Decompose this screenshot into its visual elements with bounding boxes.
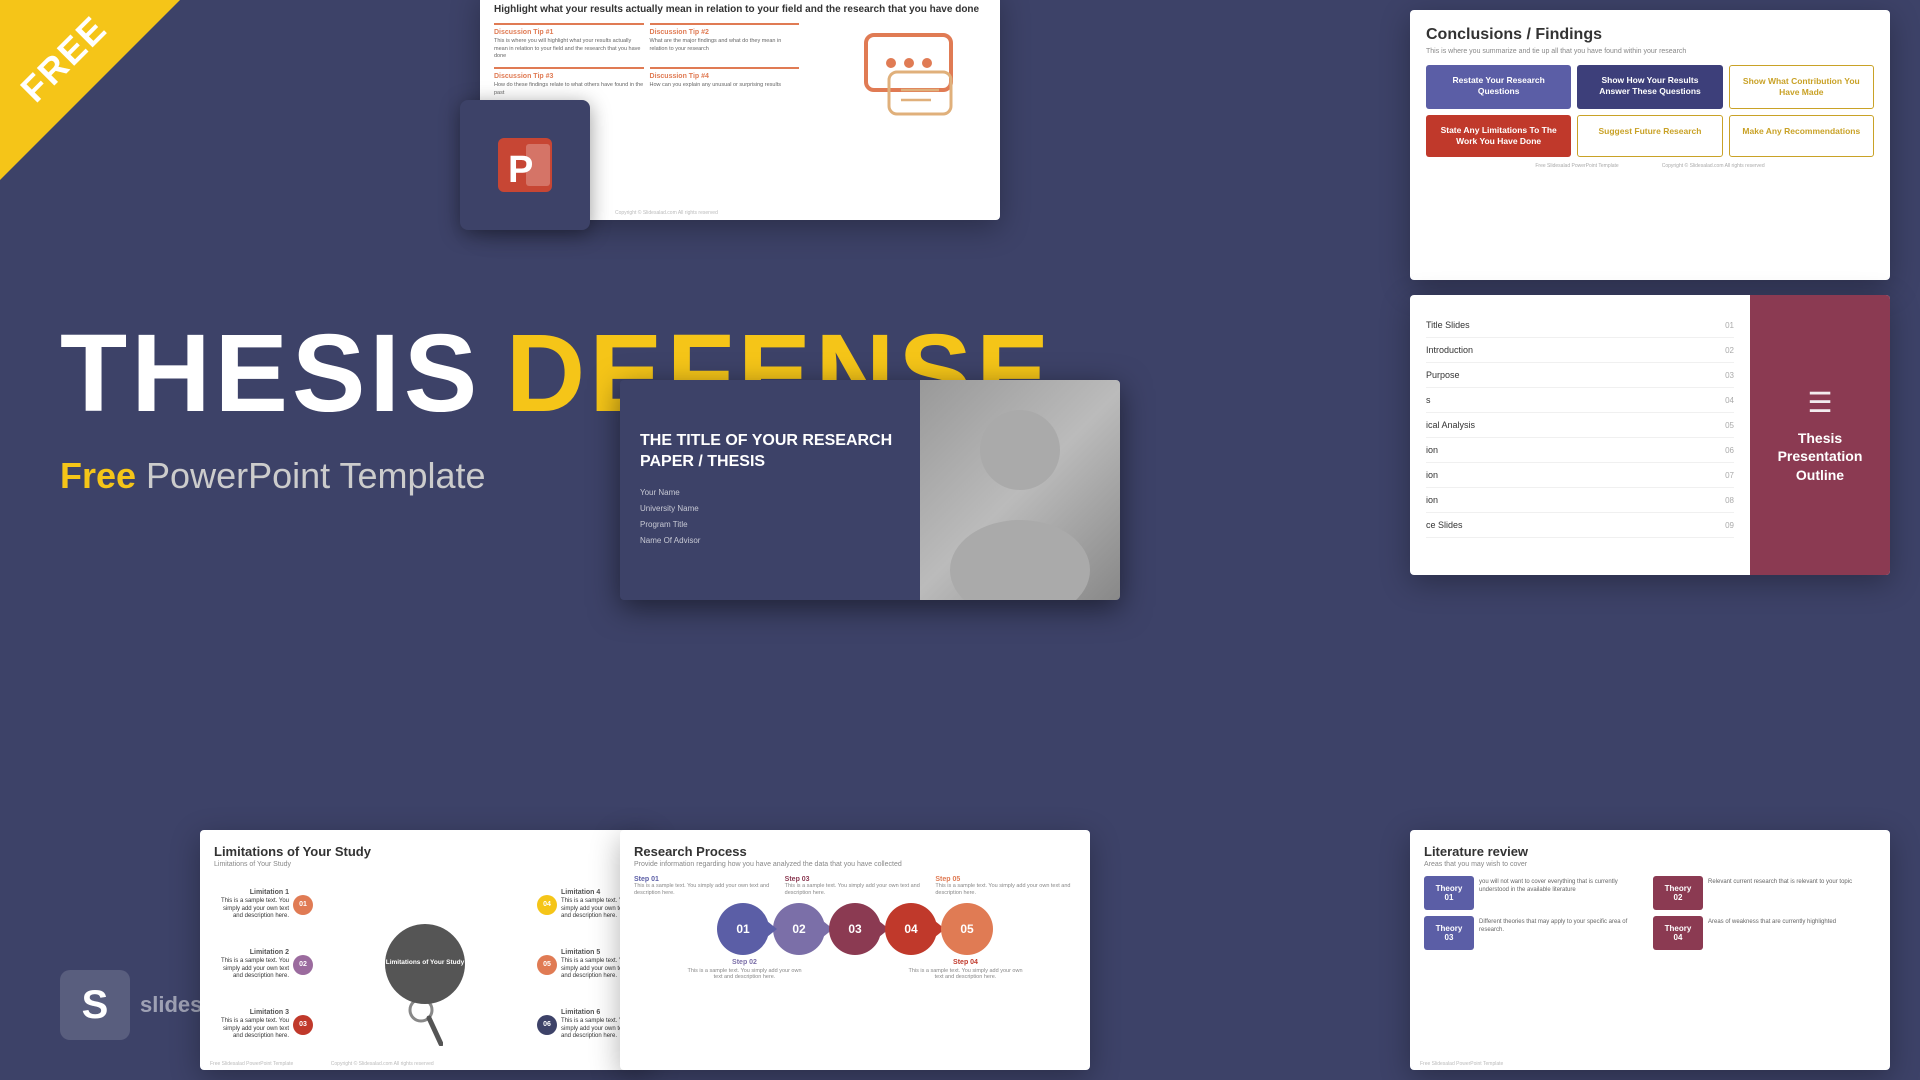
lim-node-1: Limitation 1This is a sample text. You s… <box>219 888 313 921</box>
chat-icon <box>856 30 986 120</box>
toc-row-6: ion 06 <box>1426 438 1734 463</box>
literature-subtitle: Areas that you may wish to cover <box>1424 861 1876 868</box>
lim-node-5: 05 Limitation 5This is a sample text. Yo… <box>537 948 631 981</box>
lim-node-6: 06 Limitation 6This is a sample text. Yo… <box>537 1008 631 1041</box>
ppt-icon: P <box>490 130 560 200</box>
toc-row-5: ical Analysis 05 <box>1426 413 1734 438</box>
lit-row-3: Theory03 Different theories that may app… <box>1424 916 1647 950</box>
lim-node-4: 04 Limitation 4This is a sample text. Yo… <box>537 888 631 921</box>
theory-04-box: Theory04 <box>1653 916 1703 950</box>
conclusions-subtitle: This is where you summarize and tie up a… <box>1426 48 1874 55</box>
slide-toc: Title Slides 01 Introduction 02 Purpose … <box>1410 295 1890 575</box>
circle-4: 04 <box>885 903 937 955</box>
research-bottom-desc: This is a sample text. You simply add yo… <box>634 968 1076 980</box>
circle-5: 05 <box>941 903 993 955</box>
research-circles: 01 02 03 04 05 <box>634 903 1076 955</box>
lim-node-3: Limitation 3This is a sample text. You s… <box>219 1008 313 1041</box>
toc-row-4: s 04 <box>1426 388 1734 413</box>
discussion-tip-1: Discussion Tip #1 This is where you will… <box>494 23 644 61</box>
magnifier-icon <box>407 996 443 1051</box>
powerpoint-icon-slide: P <box>460 100 590 230</box>
circle-2: 02 <box>773 903 825 955</box>
conc-box-3: Show What Contribution You Have Made <box>1729 65 1874 109</box>
research-title: Research Process <box>634 844 1076 859</box>
circle-1: 01 <box>717 903 769 955</box>
toc-row-1: Title Slides 01 <box>1426 313 1734 338</box>
theory-04-desc: Areas of weakness that are currently hig… <box>1708 916 1876 950</box>
research-subtitle: Provide information regarding how you ha… <box>634 861 1076 868</box>
theory-02-desc: Relevant current research that is releva… <box>1708 876 1876 910</box>
lim-node-2: Limitation 2This is a sample text. You s… <box>219 948 313 981</box>
toc-row-9: ce Slides 09 <box>1426 513 1734 538</box>
toc-right-text: Thesis Presentation Outline <box>1766 429 1874 484</box>
limitations-title: Limitations of Your Study <box>214 844 636 859</box>
step-02-label: Step 02 <box>732 959 757 966</box>
discussion-tip-4: Discussion Tip #4 How can you explain an… <box>650 67 800 97</box>
slide-literature: Literature review Areas that you may wis… <box>1410 830 1890 1070</box>
step-04-label: Step 04 <box>953 959 978 966</box>
conc-box-2: Show How Your Results Answer These Quest… <box>1577 65 1722 109</box>
logo-icon: S <box>60 970 130 1040</box>
research-bottom-steps: Step 02 Step 04 <box>634 959 1076 966</box>
conclusions-title: Conclusions / Findings <box>1426 26 1874 44</box>
lit-row-2: Theory02 Relevant current research that … <box>1653 876 1876 910</box>
literature-title: Literature review <box>1424 844 1876 859</box>
conclusions-grid: Restate Your Research Questions Show How… <box>1426 65 1874 109</box>
conc-box-5: Suggest Future Research <box>1577 115 1722 157</box>
conclusions-grid-2: State Any Limitations To The Work You Ha… <box>1426 115 1874 157</box>
toc-list: Title Slides 01 Introduction 02 Purpose … <box>1410 295 1750 575</box>
discussion-header: Highlight what your results actually mea… <box>494 4 986 15</box>
res-step-3: Step 03 This is a sample text. You simpl… <box>785 876 926 897</box>
lit-footer: Free Slidesalad PowerPoint Template <box>1420 1061 1503 1067</box>
limitations-diagram: Limitations of Your Study Limitation 1Th… <box>214 876 636 1051</box>
limitations-subtitle: Limitations of Your Study <box>214 861 636 868</box>
theory-03-desc: Different theories that may apply to you… <box>1479 916 1647 950</box>
discussion-grid: Discussion Tip #1 This is where you will… <box>494 23 799 97</box>
discussion-tip-2: Discussion Tip #2 What are the major fin… <box>650 23 800 61</box>
conc-box-6: Make Any Recommendations <box>1729 115 1874 157</box>
thesis-paper-title: THE TITLE OF YOUR RESEARCH PAPER / THESI… <box>640 431 900 473</box>
slide-conclusions: Conclusions / Findings This is where you… <box>1410 10 1890 280</box>
thesis-right-photo <box>920 380 1120 600</box>
literature-grid: Theory01 you will not want to cover ever… <box>1424 876 1876 950</box>
circle-3: 03 <box>829 903 881 955</box>
theory-01-desc: you will not want to cover everything th… <box>1479 876 1647 910</box>
theory-01-box: Theory01 <box>1424 876 1474 910</box>
toc-sidebar: ☰ Thesis Presentation Outline <box>1750 295 1890 575</box>
slide-thesis-title: THE TITLE OF YOUR RESEARCH PAPER / THESI… <box>620 380 1120 600</box>
slide-limitations: Limitations of Your Study Limitations of… <box>200 830 650 1070</box>
conclusions-footer: Free Slidesalad PowerPoint Template Copy… <box>1426 163 1874 169</box>
research-top-steps: Step 01 This is a sample text. You simpl… <box>634 876 1076 897</box>
res-step-1: Step 01 This is a sample text. You simpl… <box>634 876 775 897</box>
toc-row-7: ion 07 <box>1426 463 1734 488</box>
toc-row-2: Introduction 02 <box>1426 338 1734 363</box>
discussion-tip-3: Discussion Tip #3 How do these findings … <box>494 67 644 97</box>
limitations-center: Limitations of Your Study <box>385 924 465 1004</box>
slide-research: Research Process Provide information reg… <box>620 830 1090 1070</box>
conc-box-4: State Any Limitations To The Work You Ha… <box>1426 115 1571 157</box>
lit-row-4: Theory04 Areas of weakness that are curr… <box>1653 916 1876 950</box>
thesis-meta: Your Name University Name Program Title … <box>640 485 900 549</box>
res-step-5: Step 05 This is a sample text. You simpl… <box>935 876 1076 897</box>
theory-02-box: Theory02 <box>1653 876 1703 910</box>
lim-footer: Free Slidesalad PowerPoint Template Copy… <box>210 1061 434 1067</box>
lit-row-1: Theory01 you will not want to cover ever… <box>1424 876 1647 910</box>
toc-list-icon: ☰ <box>1807 386 1832 419</box>
toc-row-8: ion 08 <box>1426 488 1734 513</box>
conc-box-1: Restate Your Research Questions <box>1426 65 1571 109</box>
toc-row-3: Purpose 03 <box>1426 363 1734 388</box>
theory-03-box: Theory03 <box>1424 916 1474 950</box>
thesis-left: THE TITLE OF YOUR RESEARCH PAPER / THESI… <box>620 380 920 600</box>
person-image <box>920 380 1120 600</box>
